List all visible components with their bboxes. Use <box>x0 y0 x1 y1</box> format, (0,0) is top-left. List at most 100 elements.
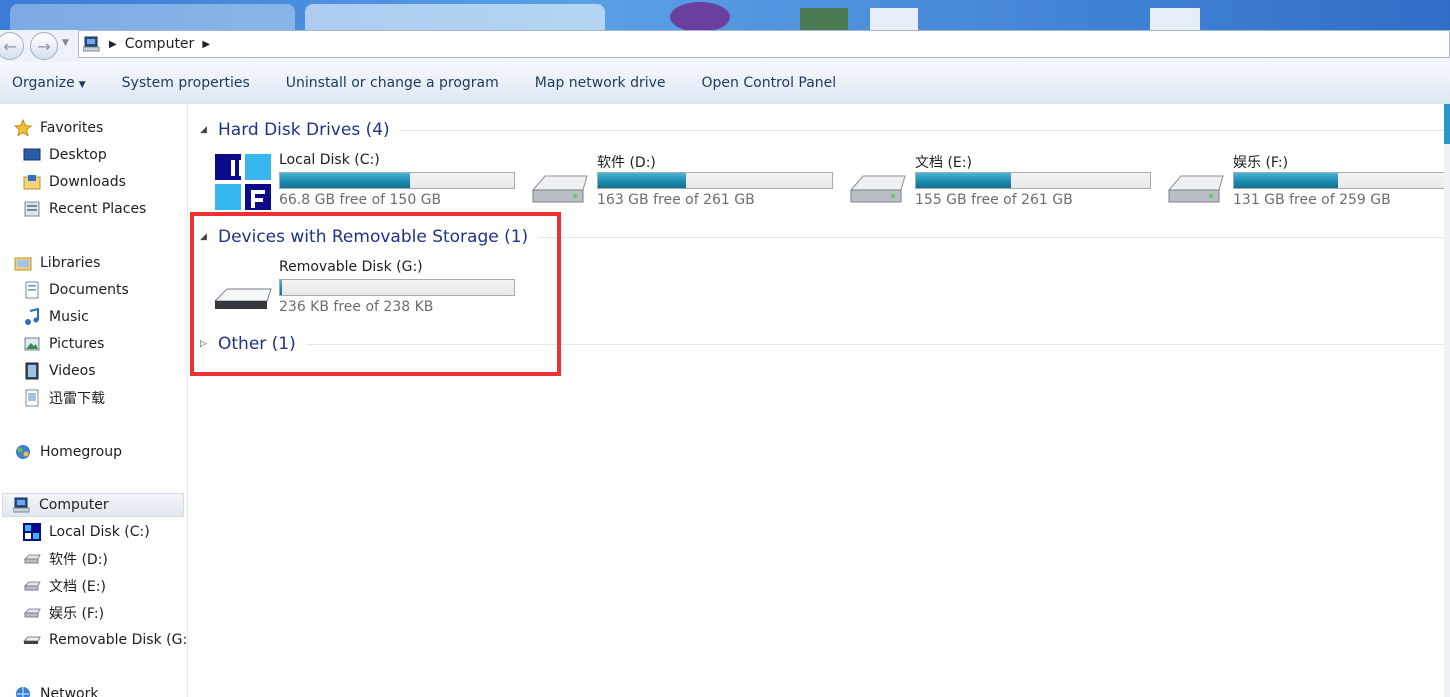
drive-tile-e[interactable]: 文档 (E:) 155 GB free of 261 GB <box>849 152 1159 212</box>
nav-libraries[interactable]: Libraries <box>14 251 100 275</box>
drive-tile-f[interactable]: 娱乐 (F:) 131 GB free of 259 GB <box>1167 152 1444 212</box>
organize-button[interactable]: Organize ▼ <box>0 75 104 91</box>
nav-label: Local Disk (C:) <box>49 524 150 540</box>
map-network-drive-button[interactable]: Map network drive <box>517 75 684 91</box>
browser-tab-strip <box>0 0 1450 34</box>
nav-drive-c[interactable]: Local Disk (C:) <box>23 520 150 544</box>
drive-tile-g[interactable]: Removable Disk (G:) 236 KB free of 238 K… <box>213 259 523 319</box>
usb-drive-icon <box>23 636 41 644</box>
expand-triangle-icon[interactable]: ▷ <box>200 339 214 349</box>
nav-label: 文档 (E:) <box>49 579 106 595</box>
drive-free-space: 131 GB free of 259 GB <box>1233 192 1391 208</box>
drive-name: Removable Disk (G:) <box>279 259 423 275</box>
back-icon: ← <box>3 36 17 56</box>
usb-drive-icon <box>213 288 272 309</box>
open-control-panel-button[interactable]: Open Control Panel <box>684 75 855 91</box>
nav-label: Desktop <box>49 147 107 163</box>
nav-downloads[interactable]: Downloads <box>23 170 126 194</box>
hard-drive-icon <box>23 581 41 591</box>
nav-favorites[interactable]: Favorites <box>14 116 103 140</box>
computer-icon <box>83 36 100 52</box>
nav-label: Homegroup <box>40 444 123 460</box>
nav-recent-places[interactable]: Recent Places <box>23 197 146 221</box>
nav-xunlei[interactable]: 迅雷下载 <box>23 386 105 410</box>
forward-icon: → <box>37 36 51 56</box>
address-row: ← → ▼ ▶ Computer ▶ <box>0 30 1450 62</box>
browser-tab-active[interactable] <box>305 4 605 30</box>
drive-tile-d[interactable]: 软件 (D:) 163 GB free of 261 GB <box>531 152 841 212</box>
drive-usage-bar <box>279 279 515 296</box>
nav-label: Network <box>40 686 99 697</box>
nav-documents[interactable]: Documents <box>23 278 129 302</box>
documents-icon <box>25 281 39 299</box>
nav-drive-e[interactable]: 文档 (E:) <box>23 574 106 598</box>
vertical-scrollbar[interactable] <box>1444 104 1450 697</box>
group-header-removable-storage[interactable]: ◢ Devices with Removable Storage (1) <box>188 225 1444 249</box>
nav-label: Removable Disk (G:) <box>49 632 188 648</box>
drive-free-space: 66.8 GB free of 150 GB <box>279 192 442 208</box>
nav-label: Documents <box>49 282 129 298</box>
nav-label: 娱乐 (F:) <box>49 606 105 622</box>
drive-free-space: 163 GB free of 261 GB <box>597 192 755 208</box>
nav-drive-d[interactable]: 软件 (D:) <box>23 547 108 571</box>
drive-free-space: 155 GB free of 261 GB <box>915 192 1073 208</box>
browser-tab[interactable] <box>10 4 295 30</box>
nav-label: Computer <box>39 497 109 513</box>
uninstall-button[interactable]: Uninstall or change a program <box>268 75 517 91</box>
nav-label: Pictures <box>49 336 105 352</box>
nav-computer[interactable]: Computer <box>2 493 184 517</box>
hard-drive-icon <box>849 175 906 203</box>
collapse-triangle-icon[interactable]: ◢ <box>200 125 214 135</box>
nav-desktop[interactable]: Desktop <box>23 143 107 167</box>
nav-drive-f[interactable]: 娱乐 (F:) <box>23 601 104 625</box>
network-icon <box>16 687 30 697</box>
nav-label: Favorites <box>40 120 104 136</box>
hard-drive-icon <box>23 608 41 618</box>
back-button[interactable]: ← <box>0 32 24 60</box>
nav-music[interactable]: Music <box>23 305 89 329</box>
drive-free-space: 236 KB free of 238 KB <box>279 299 434 315</box>
drive-usage-fill <box>1234 173 1338 188</box>
nav-label: Videos <box>49 363 96 379</box>
videos-icon <box>25 362 39 380</box>
drive-name: 软件 (D:) <box>597 155 656 171</box>
recent-places-icon <box>24 201 40 217</box>
music-icon <box>25 308 39 325</box>
chevron-right-icon[interactable]: ▶ <box>109 39 117 50</box>
drive-tile-c[interactable]: Local Disk (C:) 66.8 GB free of 150 GB <box>213 152 523 212</box>
drive-usage-fill <box>916 173 1011 188</box>
nav-drive-g[interactable]: Removable Disk (G:) <box>23 628 188 652</box>
pictures-icon <box>24 337 40 351</box>
group-header-other[interactable]: ▷ Other (1) <box>188 332 1444 356</box>
mfc-icon <box>213 152 273 212</box>
chevron-right-icon[interactable]: ▶ <box>202 39 210 50</box>
group-divider <box>305 343 1444 345</box>
star-icon <box>14 119 32 137</box>
nav-label: Music <box>49 309 89 325</box>
nav-homegroup[interactable]: Homegroup <box>14 440 122 464</box>
group-divider <box>399 129 1444 131</box>
history-dropdown-icon[interactable]: ▼ <box>62 38 69 48</box>
drive-usage-bar <box>597 172 833 189</box>
collapse-triangle-icon[interactable]: ◢ <box>200 232 214 242</box>
drive-name: Local Disk (C:) <box>279 152 380 168</box>
desktop-icon-blob <box>670 2 730 32</box>
downloads-folder-icon <box>23 175 41 190</box>
computer-icon <box>13 497 30 513</box>
navigation-pane: Favorites Desktop Downloads Recent Place… <box>0 104 188 697</box>
group-header-hard-disk-drives[interactable]: ◢ Hard Disk Drives (4) <box>188 118 1444 142</box>
drive-name: 文档 (E:) <box>915 155 972 171</box>
nav-label: Recent Places <box>49 201 147 217</box>
nav-network[interactable]: Network <box>14 682 98 697</box>
nav-pictures[interactable]: Pictures <box>23 332 104 356</box>
forward-button[interactable]: → <box>30 32 58 60</box>
content-pane: ◢ Hard Disk Drives (4) Local Disk (C:) 6… <box>188 104 1444 697</box>
address-bar[interactable]: ▶ Computer ▶ <box>78 30 1450 58</box>
system-properties-button[interactable]: System properties <box>104 75 268 91</box>
scrollbar-thumb[interactable] <box>1444 104 1450 144</box>
mfc-icon <box>23 523 41 541</box>
breadcrumb-computer[interactable]: Computer <box>125 36 195 52</box>
hard-drive-icon <box>1167 175 1224 203</box>
downloads-library-icon <box>25 389 39 407</box>
nav-videos[interactable]: Videos <box>23 359 96 383</box>
